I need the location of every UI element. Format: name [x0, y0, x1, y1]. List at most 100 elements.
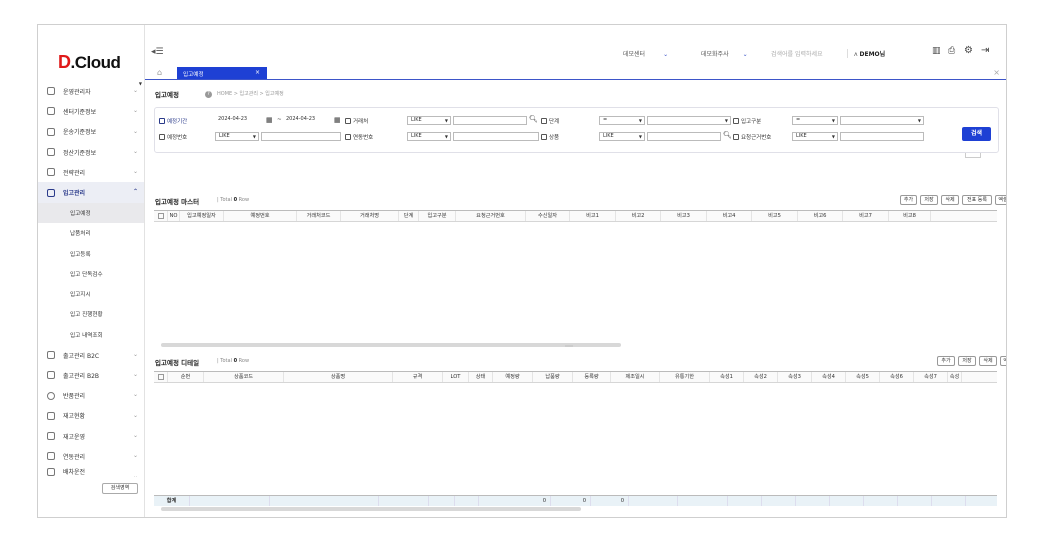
product-checkbox[interactable]: 상품 — [541, 133, 559, 141]
col-header[interactable]: 비고6 — [798, 211, 843, 221]
col-header[interactable]: 규격 — [393, 372, 443, 382]
col-header[interactable]: 속성5 — [846, 372, 880, 382]
settings-icon[interactable]: ⚙ — [964, 45, 973, 56]
col-header[interactable]: 속성6 — [880, 372, 914, 382]
req-no-input[interactable] — [840, 132, 924, 141]
col-header[interactable]: 속성1 — [710, 372, 744, 382]
sidebar-sub-delivery[interactable]: 납품처리 — [38, 223, 144, 243]
inbound-type-checkbox[interactable]: 입고구분 — [733, 117, 761, 125]
period-checkbox[interactable]: 예정기간 — [159, 117, 187, 125]
master-add-button[interactable]: 추가 — [900, 195, 917, 205]
col-header[interactable]: 거래처코드 — [297, 211, 341, 221]
col-header[interactable]: 상품코드 — [204, 372, 284, 382]
col-header[interactable]: 속성 — [948, 372, 962, 382]
search-icon[interactable]: 🔍︎ — [529, 115, 538, 123]
product-operator-select[interactable]: LIKE — [599, 132, 645, 141]
col-header[interactable]: LOT — [443, 372, 469, 382]
date-from-input[interactable]: 2024-04-23 — [215, 116, 265, 125]
close-icon[interactable]: × — [255, 69, 260, 76]
partner-operator-select[interactable]: LIKE — [407, 116, 451, 125]
sidebar-item-stock-status[interactable]: 재고현황 ⌄ — [38, 406, 144, 426]
link-no-checkbox[interactable]: 연동번호 — [345, 133, 373, 141]
link-no-input[interactable] — [453, 132, 539, 141]
center-select[interactable]: 데모센터 ⌄ — [623, 49, 668, 58]
shipper-select[interactable]: 데모화주사 ⌄ — [701, 49, 748, 58]
col-header[interactable]: NO — [168, 211, 180, 221]
sidebar-item-strategy[interactable]: 전략관리 ⌄ — [38, 162, 144, 182]
req-no-operator-select[interactable]: LIKE — [792, 132, 838, 141]
manual-icon[interactable]: ▥ — [932, 46, 941, 56]
user-info[interactable]: ᴧ DEMO님 — [847, 49, 885, 58]
sidebar-item-settlement-master[interactable]: 정산기준정보 ⌄ — [38, 142, 144, 162]
col-header[interactable]: 속성3 — [778, 372, 812, 382]
search-icon[interactable]: 🔍︎ — [723, 131, 732, 139]
master-save-button[interactable]: 저장 — [920, 195, 938, 205]
link-no-operator-select[interactable]: LIKE — [407, 132, 451, 141]
sidebar-sub-inbound-plan[interactable]: 입고예정 — [38, 202, 144, 224]
col-header[interactable]: 상품명 — [284, 372, 393, 382]
search-area-toggle-button[interactable]: 검색영역 — [102, 483, 138, 494]
master-excel-button[interactable]: 엑셀 — [995, 195, 1006, 205]
master-voucher-button[interactable]: 전표 등록 — [962, 195, 992, 205]
select-all-checkbox[interactable] — [154, 211, 168, 221]
col-header[interactable]: 속성2 — [744, 372, 778, 382]
sidebar-item-integration[interactable]: 연동관리 ⌄ — [38, 446, 144, 466]
col-header[interactable]: 비고4 — [707, 211, 752, 221]
partner-input[interactable] — [453, 116, 527, 125]
logout-icon[interactable]: ⇥ — [981, 45, 989, 56]
inbound-type-select[interactable] — [840, 116, 924, 125]
col-header[interactable]: 입고구분 — [419, 211, 456, 221]
sidebar-sub-inbound-order[interactable]: 입고지시 — [38, 284, 144, 304]
sidebar-item-operator-admin[interactable]: 운영관리자 ⌄ — [38, 81, 144, 101]
col-header[interactable]: 비고2 — [616, 211, 661, 221]
calendar-icon[interactable]: ▦ — [334, 116, 341, 124]
sidebar-item-returns[interactable]: 반품관리 ⌄ — [38, 385, 144, 405]
splitter-handle[interactable] — [565, 345, 573, 347]
detail-add-button[interactable]: 추가 — [937, 356, 955, 366]
sidebar-item-stock-ops[interactable]: 재고운영 ⌄ — [38, 426, 144, 446]
col-header[interactable]: 거래처명 — [341, 211, 399, 221]
sidebar-sub-inbound-progress[interactable]: 입고 진행현황 — [38, 304, 144, 324]
stage-checkbox[interactable]: 단계 — [541, 117, 559, 125]
master-horizontal-scrollbar[interactable] — [161, 343, 621, 347]
sidebar-sub-inbound-inspect[interactable]: 입고 단독검수 — [38, 264, 144, 284]
filter-collapse-handle[interactable] — [965, 153, 981, 158]
sidebar-sub-inbound-register[interactable]: 입고등록 — [38, 243, 144, 263]
col-header[interactable]: 단계 — [399, 211, 419, 221]
calendar-icon[interactable]: ▦ — [266, 116, 273, 124]
master-delete-button[interactable]: 삭제 — [941, 195, 959, 205]
home-icon[interactable]: ⌂ — [157, 68, 162, 77]
col-header[interactable]: 등록량 — [573, 372, 611, 382]
close-all-tabs-icon[interactable]: × — [993, 68, 1000, 77]
plan-no-input[interactable] — [261, 132, 341, 141]
stage-select[interactable] — [647, 116, 731, 125]
sidebar-item-center-master[interactable]: 센터기준정보 ⌄ — [38, 101, 144, 121]
col-header[interactable]: 순번 — [168, 372, 204, 382]
plan-no-operator-select[interactable]: LIKE — [215, 132, 259, 141]
col-header[interactable]: 수신일자 — [526, 211, 570, 221]
tab-inbound-plan[interactable]: 입고예정 × — [177, 67, 267, 79]
sidebar-item-outbound-b2b[interactable]: 출고관리 B2B ⌄ — [38, 365, 144, 385]
req-no-checkbox[interactable]: 요청근거번호 — [733, 133, 771, 141]
col-header[interactable]: 유통기한 — [660, 372, 710, 382]
sidebar-item-dispatch[interactable]: 배차운전 ⌄ — [38, 467, 144, 477]
help-icon[interactable]: ? — [205, 91, 212, 98]
col-header[interactable]: 납품량 — [533, 372, 573, 382]
stage-operator-select[interactable]: = — [599, 116, 645, 125]
inbound-type-operator-select[interactable]: = — [792, 116, 838, 125]
col-header[interactable]: 제조일시 — [611, 372, 660, 382]
sidebar-item-inbound[interactable]: 입고관리 ⌃ — [38, 182, 144, 203]
col-header[interactable]: 입고예정일자 — [180, 211, 224, 221]
col-header[interactable]: 상태 — [469, 372, 493, 382]
plan-no-checkbox[interactable]: 예정번호 — [159, 133, 187, 141]
print-icon[interactable]: ⎙ — [948, 46, 955, 56]
global-search-input[interactable]: 검색어를 입력하세요 — [771, 49, 823, 58]
col-header[interactable]: 예정번호 — [224, 211, 297, 221]
col-header[interactable]: 비고5 — [752, 211, 798, 221]
detail-save-button[interactable]: 저장 — [958, 356, 976, 366]
logo[interactable]: D.Cloud — [58, 52, 121, 73]
col-header[interactable]: 비고7 — [843, 211, 889, 221]
col-header[interactable]: 비고1 — [570, 211, 616, 221]
product-input[interactable] — [647, 132, 721, 141]
col-header[interactable]: 속성7 — [914, 372, 948, 382]
